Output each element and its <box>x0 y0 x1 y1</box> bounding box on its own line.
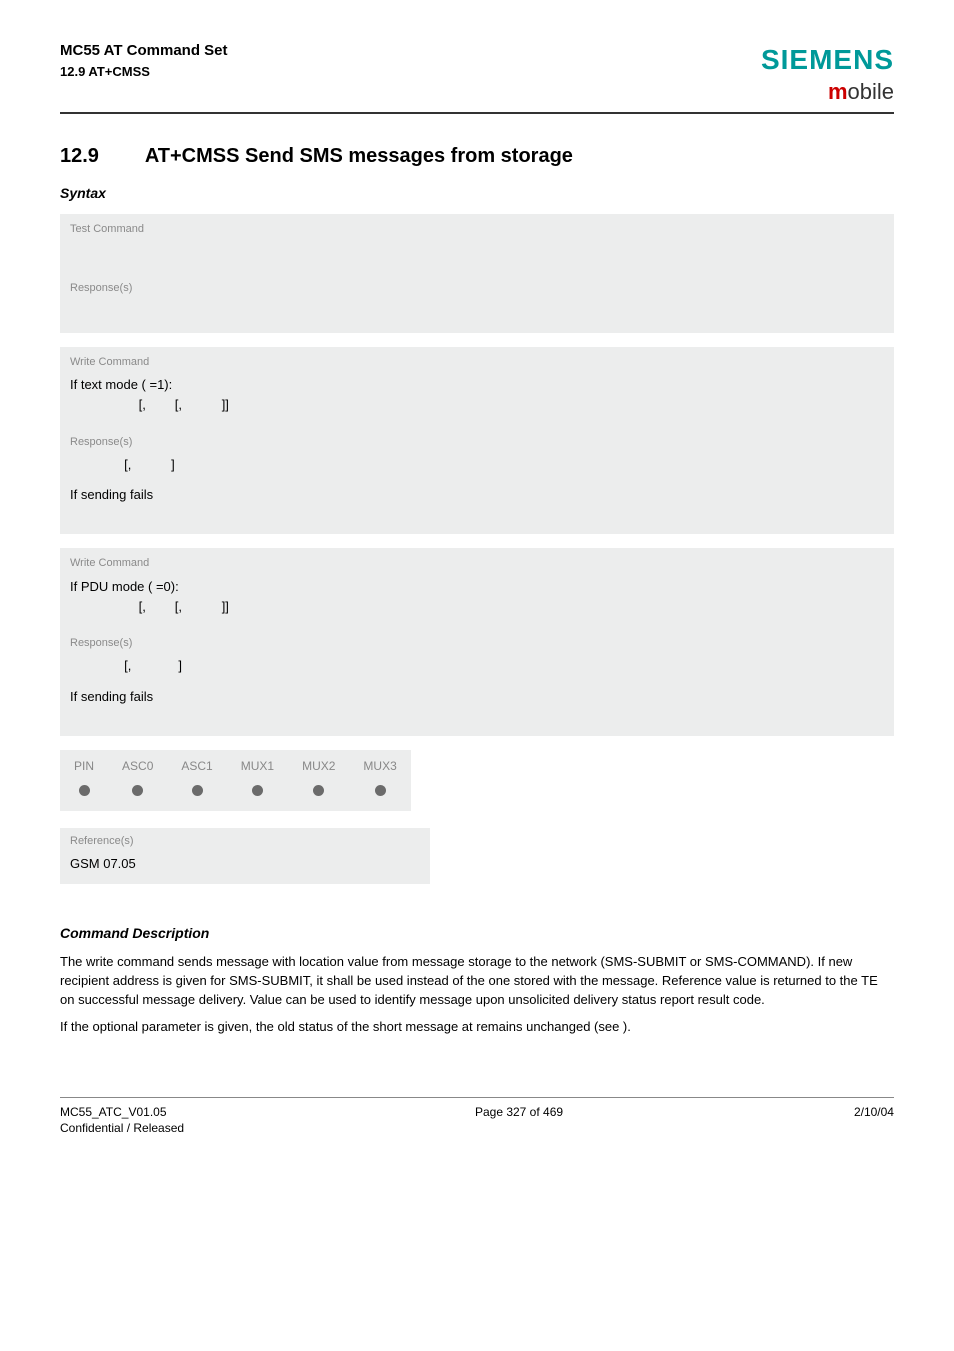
doc-subtitle: 12.9 AT+CMSS <box>60 63 228 81</box>
reference-block: Reference(s) GSM 07.05 <box>60 828 430 884</box>
test-response-block: Response(s) <box>60 273 894 333</box>
footer-left-line1: MC55_ATC_V01.05 <box>60 1104 184 1121</box>
pin-table: PIN ASC0 ASC1 MUX1 MUX2 MUX3 <box>60 750 411 811</box>
spacer <box>70 708 884 724</box>
reference-value: GSM 07.05 <box>70 855 420 873</box>
asc0-header: ASC0 <box>108 750 167 779</box>
write-text-label: Write Command <box>70 355 884 370</box>
mux1-cell <box>227 779 288 811</box>
footer-left-line2: Confidential / Released <box>60 1120 184 1137</box>
doc-title: MC55 AT Command Set <box>60 40 228 61</box>
dot-icon <box>132 785 143 796</box>
dot-icon <box>252 785 263 796</box>
description-body: The write command sends message with loc… <box>60 953 894 1036</box>
write-pdu-fail: If sending fails <box>70 688 884 706</box>
section-heading: 12.9 AT+CMSS Send SMS messages from stor… <box>60 142 894 170</box>
footer-center: Page 327 of 469 <box>475 1104 563 1138</box>
write-text-resp-label: Response(s) <box>70 435 884 450</box>
dot-icon <box>313 785 324 796</box>
section-title: AT+CMSS Send SMS messages from storage <box>145 145 573 167</box>
write-pdu-line2: [, [, ]] <box>70 598 884 616</box>
test-response-content <box>70 303 884 321</box>
mux3-cell <box>349 779 410 811</box>
write-pdu-label: Write Command <box>70 556 884 571</box>
write-pdu-line1: If PDU mode ( =0): <box>70 578 884 596</box>
footer-right: 2/10/04 <box>854 1104 894 1138</box>
test-command-block: Test Command <box>60 214 894 274</box>
brand-subtitle: mobile <box>761 77 894 108</box>
write-text-line1: If text mode ( =1): <box>70 376 884 394</box>
dot-icon <box>79 785 90 796</box>
asc1-header: ASC1 <box>167 750 226 779</box>
page-header: MC55 AT Command Set 12.9 AT+CMSS SIEMENS… <box>60 40 894 114</box>
brand-logo: SIEMENS <box>761 40 894 79</box>
test-command-label: Test Command <box>70 222 884 237</box>
pin-header: PIN <box>60 750 108 779</box>
footer-left: MC55_ATC_V01.05 Confidential / Released <box>60 1104 184 1138</box>
write-pdu-command-block: Write Command If PDU mode ( =0): [, [, ]… <box>60 548 894 628</box>
pin-table-header-row: PIN ASC0 ASC1 MUX1 MUX2 MUX3 <box>60 750 411 779</box>
reference-label: Reference(s) <box>70 834 420 849</box>
brand-sub-rest: obile <box>848 79 894 104</box>
spacer <box>70 506 884 522</box>
write-pdu-resp-label: Response(s) <box>70 636 884 651</box>
pin-table-block: PIN ASC0 ASC1 MUX1 MUX2 MUX3 <box>60 750 411 811</box>
brand-sub-m: m <box>828 79 848 104</box>
write-pdu-resp-line: [, ] <box>70 657 884 675</box>
pin-table-row <box>60 779 411 811</box>
mux3-header: MUX3 <box>349 750 410 779</box>
header-left: MC55 AT Command Set 12.9 AT+CMSS <box>60 40 228 81</box>
spacer <box>70 678 884 686</box>
test-command-content <box>70 243 884 261</box>
dot-icon <box>375 785 386 796</box>
dot-icon <box>192 785 203 796</box>
mux2-header: MUX2 <box>288 750 349 779</box>
write-text-response-block: Response(s) [, ] If sending fails <box>60 427 894 535</box>
description-p1: The write command sends message with loc… <box>60 953 894 1010</box>
write-text-fail: If sending fails <box>70 486 884 504</box>
description-p2: If the optional parameter is given, the … <box>60 1018 894 1037</box>
test-response-label: Response(s) <box>70 281 884 296</box>
page-footer: MC55_ATC_V01.05 Confidential / Released … <box>60 1097 894 1138</box>
write-text-resp-line: [, ] <box>70 456 884 474</box>
description-heading: Command Description <box>60 924 894 944</box>
syntax-label: Syntax <box>60 184 894 204</box>
spacer <box>70 476 884 484</box>
write-text-line2: [, [, ]] <box>70 396 884 414</box>
write-pdu-response-block: Response(s) [, ] If sending fails <box>60 628 894 736</box>
write-text-command-block: Write Command If text mode ( =1): [, [, … <box>60 347 894 427</box>
section-number: 12.9 <box>60 142 140 170</box>
mux1-header: MUX1 <box>227 750 288 779</box>
header-right: SIEMENS mobile <box>761 40 894 108</box>
asc0-cell <box>108 779 167 811</box>
pin-cell <box>60 779 108 811</box>
mux2-cell <box>288 779 349 811</box>
asc1-cell <box>167 779 226 811</box>
